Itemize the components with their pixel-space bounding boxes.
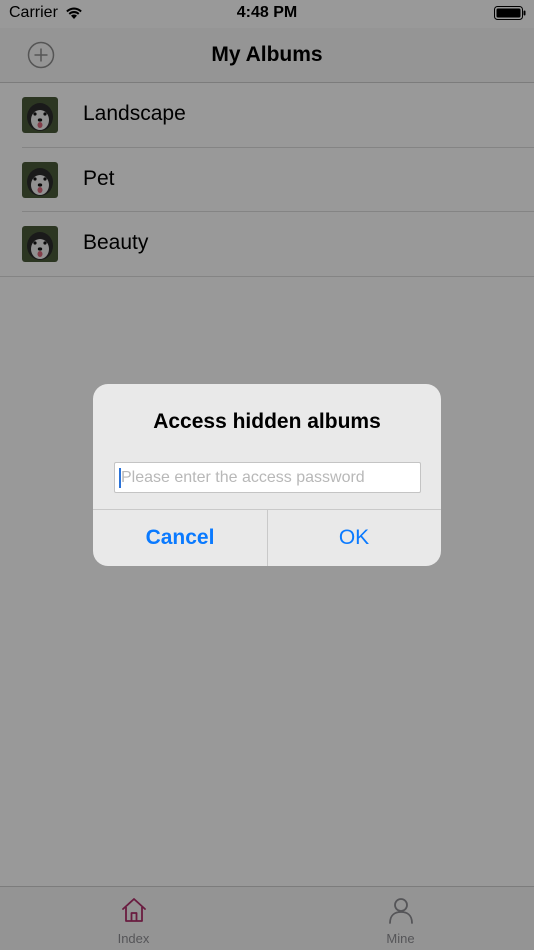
albums-screen: Carrier 4:48 PM My Albums Landscape Pet … xyxy=(0,0,534,950)
dialog-title: Access hidden albums xyxy=(153,410,381,433)
access-password-input[interactable] xyxy=(114,462,421,493)
text-cursor xyxy=(119,468,121,488)
ok-button[interactable]: OK xyxy=(267,510,441,566)
cancel-button[interactable]: Cancel xyxy=(93,510,267,566)
access-hidden-albums-dialog: Access hidden albums Cancel OK xyxy=(93,384,441,566)
